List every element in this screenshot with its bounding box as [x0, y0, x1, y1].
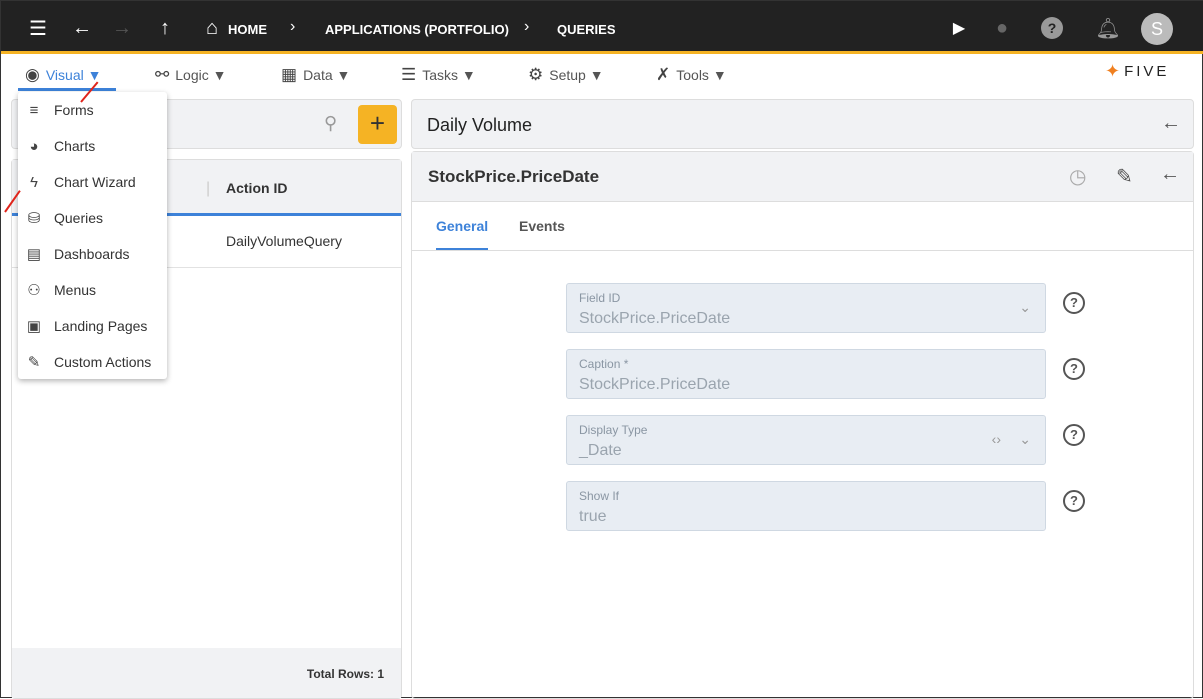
debug-run-icon[interactable]: ● — [991, 17, 1013, 39]
history-icon[interactable]: ◷ — [1069, 164, 1086, 189]
add-button[interactable]: + — [358, 105, 397, 144]
chevron-down-icon: ⌄ — [1019, 431, 1031, 447]
breadcrumb-home[interactable]: HOME — [228, 22, 267, 37]
tab-events[interactable]: Events — [519, 218, 565, 234]
list-footer: Total Rows: 1 — [12, 648, 401, 698]
show-if-field[interactable]: Show If true — [566, 481, 1046, 531]
dashboards-icon: ▤ — [26, 246, 42, 263]
code-icon[interactable]: ‹› — [992, 431, 1001, 447]
back-arrow-icon[interactable]: ← — [1161, 112, 1181, 135]
menu-data[interactable]: ▦ Data ▼ — [281, 65, 350, 85]
avatar[interactable]: S — [1141, 13, 1173, 45]
active-menu-underline — [18, 88, 116, 91]
forms-icon: ≡ — [29, 101, 39, 119]
tools-icon: ✗ — [656, 65, 671, 84]
display-type-select[interactable]: Display Type _Date ‹› ⌄ — [566, 415, 1046, 465]
queries-icon: ⛁ — [27, 210, 41, 227]
eye-icon: ◉ — [25, 65, 40, 84]
menu-tasks[interactable]: ☰ Tasks ▼ — [401, 65, 476, 85]
menu-visual[interactable]: ◉ Visual ▼ — [25, 65, 101, 85]
gear-icon: ⚙ — [528, 65, 544, 84]
menu-item-forms[interactable]: ≡ Forms — [18, 92, 167, 128]
back-icon[interactable]: ← — [71, 17, 93, 39]
up-icon[interactable]: ↑ — [154, 17, 176, 39]
five-logo: ✦ FIVE — [1105, 61, 1170, 81]
hamburger-menu-icon[interactable]: ☰ — [27, 17, 49, 40]
forward-icon[interactable]: → — [111, 17, 133, 39]
help-icon[interactable]: ? — [1041, 17, 1063, 39]
chevron-right-icon: › — [524, 18, 530, 35]
landing-pages-icon: ▣ — [26, 318, 42, 335]
menu-item-custom-actions[interactable]: ✎ Custom Actions — [18, 344, 167, 380]
chevron-down-icon: ⌄ — [1019, 299, 1031, 315]
record-title: StockPrice.PriceDate — [428, 167, 600, 186]
bell-icon[interactable]: 🔔︎ — [1095, 17, 1120, 40]
search-icon[interactable]: ⚲ — [324, 113, 337, 134]
caption-field[interactable]: Caption * StockPrice.PriceDate — [566, 349, 1046, 399]
back-arrow-icon[interactable]: ← — [1160, 163, 1180, 186]
logic-icon: ⚯ — [155, 65, 170, 84]
menu-item-charts[interactable]: ◕ Charts — [18, 128, 167, 164]
menu-item-landing-pages[interactable]: ▣ Landing Pages — [18, 308, 167, 344]
menu-tools[interactable]: ✗ Tools ▼ — [656, 65, 727, 85]
breadcrumb-applications[interactable]: APPLICATIONS (PORTFOLIO) — [325, 22, 509, 37]
menu-item-chart-wizard[interactable]: ϟ Chart Wizard — [18, 164, 167, 200]
menu-item-queries[interactable]: ⛁ Queries — [18, 200, 167, 236]
top-bar: ☰ ← → ↑ ⌂ HOME › APPLICATIONS (PORTFOLIO… — [1, 1, 1203, 54]
checklist-icon: ☰ — [401, 65, 417, 84]
help-icon[interactable]: ? — [1063, 292, 1085, 314]
table-icon: ▦ — [281, 65, 298, 84]
menus-icon: ⚇ — [27, 282, 41, 299]
charts-icon: ◕ — [29, 137, 39, 155]
run-icon[interactable]: ▶ — [948, 17, 970, 39]
visual-dropdown: ≡ Forms ◕ Charts ϟ Chart Wizard ⛁ Queries ▤ D… — [18, 92, 167, 379]
menu-logic[interactable]: ⚯ Logic ▼ — [155, 65, 226, 85]
menu-setup[interactable]: ⚙ Setup ▼ — [528, 65, 604, 85]
home-icon[interactable]: ⌂ — [201, 17, 223, 39]
menu-item-dashboards[interactable]: ▤ Dashboards — [18, 236, 167, 272]
menu-item-menus[interactable]: ⚇ Menus — [18, 272, 167, 308]
field-id-select[interactable]: Field ID StockPrice.PriceDate ⌄ — [566, 283, 1046, 333]
edit-icon[interactable]: ✎ — [1116, 164, 1133, 189]
tabs: General Events — [412, 202, 1193, 251]
detail-title: Daily Volume — [427, 115, 533, 135]
custom-actions-icon: ✎ — [27, 354, 41, 371]
chevron-right-icon: › — [290, 18, 296, 35]
detail-header: Daily Volume ← — [411, 99, 1194, 149]
record-header: StockPrice.PriceDate ◷ ✎ ← — [412, 152, 1193, 202]
menu-bar: ◉ Visual ▼ ⚯ Logic ▼ ▦ Data ▼ ☰ Tasks ▼ ⚙ Set… — [1, 57, 1203, 93]
chart-wizard-icon: ϟ — [30, 173, 38, 191]
help-icon[interactable]: ? — [1063, 490, 1085, 512]
help-icon[interactable]: ? — [1063, 358, 1085, 380]
column-action-id[interactable]: Action ID — [226, 180, 287, 196]
breadcrumb-queries[interactable]: QUERIES — [557, 22, 616, 37]
help-icon[interactable]: ? — [1063, 424, 1085, 446]
tab-general[interactable]: General — [436, 218, 489, 250]
